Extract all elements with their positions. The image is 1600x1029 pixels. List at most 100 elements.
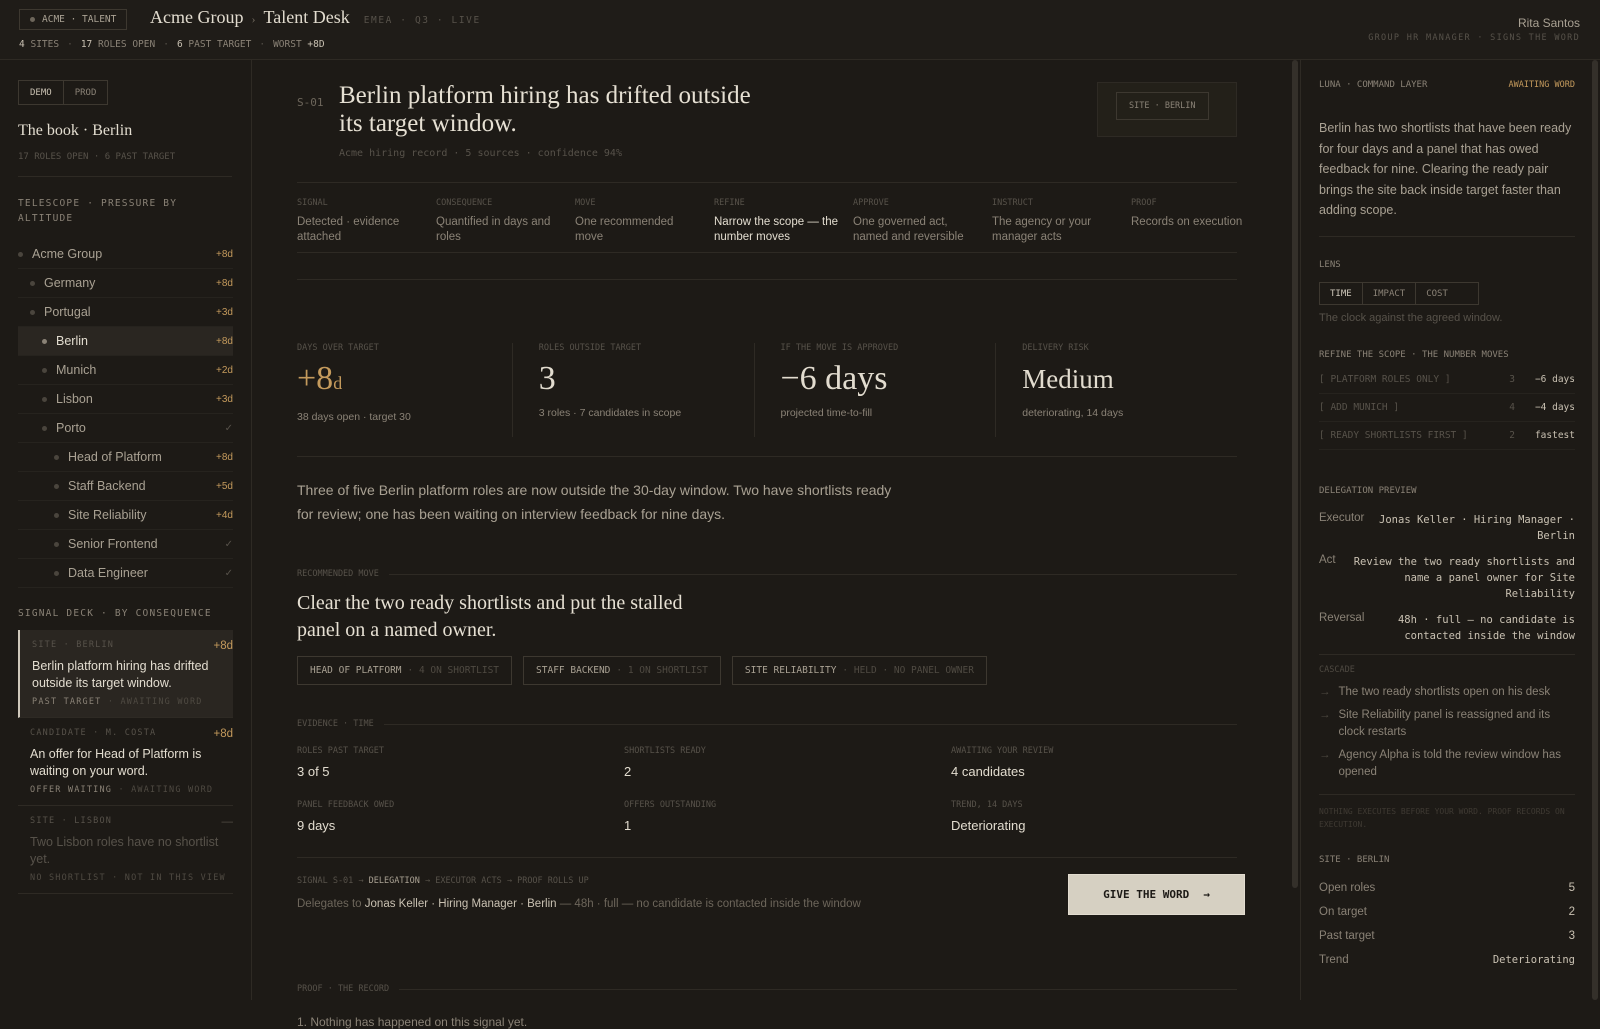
toggle-demo[interactable]: DEMO xyxy=(19,81,64,104)
tree-item-porto[interactable]: Porto ✓ xyxy=(18,414,233,443)
signal-card-berlin[interactable]: SITE · BERLIN +8d Berlin platform hiring… xyxy=(18,630,233,718)
signal-card-lisbon[interactable]: SITE · LISBON — Two Lisbon roles have no… xyxy=(18,806,233,894)
stat-past-target: Past target 3 xyxy=(1319,930,1575,942)
lens-tab-cost[interactable]: COST xyxy=(1416,283,1458,304)
chip-staff-backend[interactable]: STAFF BACKEND · 1 ON SHORTLIST xyxy=(523,656,721,685)
right-scrollbar[interactable] xyxy=(1592,60,1598,1000)
toggle-prod[interactable]: PROD xyxy=(64,81,108,104)
tree-item-munich[interactable]: Munich +2d xyxy=(18,356,233,385)
check-icon: ✓ xyxy=(224,422,233,434)
tree-item-acme-group[interactable]: Acme Group +8d xyxy=(18,240,233,269)
step-refine[interactable]: REFINE Narrow the scope — the number move… xyxy=(714,198,853,245)
recommended-move: Clear the two ready shortlists and put t… xyxy=(297,592,683,641)
step-move[interactable]: MOVE One recommended move xyxy=(575,198,714,245)
arrow-right-icon: → xyxy=(1319,749,1331,761)
cascade-item: → Site Reliability panel is reassigned an… xyxy=(1319,707,1575,741)
main-scrollbar[interactable] xyxy=(1292,60,1298,888)
node-icon xyxy=(54,570,59,576)
check-icon: ✓ xyxy=(224,567,233,579)
evidence-item: ROLES PAST TARGET 3 of 5 xyxy=(297,746,384,779)
user-block[interactable]: Rita Santos GROUP HR MANAGER · SIGNS THE… xyxy=(1368,16,1580,43)
lens-tab-impact[interactable]: IMPACT xyxy=(1363,283,1417,304)
proof-item: Nothing has happened on this signal yet. xyxy=(310,1015,528,1029)
node-icon xyxy=(54,512,59,518)
signal-card-candidate[interactable]: CANDIDATE · M. COSTA +8d An offer for He… xyxy=(18,718,233,806)
tree-item-staff-backend[interactable]: Staff Backend +5d xyxy=(18,472,233,501)
app-meta: EMEA · Q3 · LIVE xyxy=(363,15,481,26)
step-approve[interactable]: APPROVE One governed act, named and rever… xyxy=(853,198,992,245)
metric-delivery-risk: DELIVERY RISK Medium deteriorating, 14 day… xyxy=(995,343,1237,437)
metric-days-over: DAYS OVER TARGET +8d 38 days open · target… xyxy=(297,343,411,423)
metric-if-approved: IF THE MOVE IS APPROVED −6 days projected … xyxy=(753,343,996,437)
give-label: GIVE THE WORD xyxy=(1103,888,1190,901)
tree-item-portugal[interactable]: Portugal +3d xyxy=(18,298,233,327)
tree-item-head-of-platform[interactable]: Head of Platform +8d xyxy=(18,443,233,472)
luna-status: AWAITING WORD xyxy=(1508,80,1575,90)
divider xyxy=(1319,654,1575,655)
arrow-right-icon: → xyxy=(1319,709,1331,721)
tree-item-germany[interactable]: Germany +8d xyxy=(18,269,233,298)
tree-item-data-engineer[interactable]: Data Engineer ✓ xyxy=(18,559,233,588)
step-signal[interactable]: SIGNAL Detected · evidence attached xyxy=(297,198,436,245)
step-instruct[interactable]: INSTRUCT The agency or your manager acts xyxy=(992,198,1131,245)
status-dot-icon xyxy=(30,17,35,22)
node-icon xyxy=(18,251,23,257)
telescope-label: TELESCOPE · PRESSURE BY ALTITUDE xyxy=(18,198,178,224)
step-consequence[interactable]: CONSEQUENCE Quantified in days and roles xyxy=(436,198,575,245)
chip-site-reliability[interactable]: SITE RELIABILITY · HELD · NO PANEL OWNER xyxy=(731,656,987,685)
refine-option-ready-first[interactable]: [ READY SHORTLISTS FIRST ] 2 fastest xyxy=(1319,422,1575,450)
signal-subtitle: Acme hiring record · 5 sources · confide… xyxy=(339,148,622,159)
card-text: An offer for Head of Platform is waiting… xyxy=(30,747,202,778)
signal-deck: SITE · BERLIN +8d Berlin platform hiring… xyxy=(18,630,233,894)
divider xyxy=(297,456,1237,457)
site-chip[interactable]: SITE · BERLIN xyxy=(1116,92,1209,120)
card-kicker: SITE · BERLIN xyxy=(32,640,115,650)
site-stats-label: SITE · BERLIN xyxy=(1319,855,1390,865)
arrow-right-icon: → xyxy=(1319,686,1331,698)
stat-sites: 4 SITES xyxy=(19,39,60,50)
card-amount: +8d xyxy=(213,728,233,740)
pipeline: SIGNAL Detected · evidence attached CONSE… xyxy=(297,182,1242,314)
divider xyxy=(297,857,1237,858)
execution-note: NOTHING EXECUTES BEFORE YOUR WORD. PROOF… xyxy=(1319,807,1565,829)
tree-item-lisbon[interactable]: Lisbon +3d xyxy=(18,385,233,414)
left-sidebar: DEMO PROD The book · Berlin 17 ROLES OPE… xyxy=(0,60,252,1000)
lens-description: The clock against the agreed window. xyxy=(1319,312,1503,324)
evidence-item: PANEL FEEDBACK OWED 9 days xyxy=(297,800,395,833)
refine-option-munich[interactable]: [ ADD MUNICH ] 4 −4 days xyxy=(1319,394,1575,422)
signal-title: Berlin platform hiring has drifted outsi… xyxy=(339,82,751,137)
user-role: GROUP HR MANAGER · SIGNS THE WORD xyxy=(1368,33,1580,43)
evidence-item: AWAITING YOUR REVIEW 4 candidates xyxy=(951,746,1054,779)
right-panel: LUNA · COMMAND LAYER AWAITING WORD Berli… xyxy=(1300,60,1600,1000)
step-proof[interactable]: PROOF Records on execution xyxy=(1131,198,1270,245)
proof-list: 1. Nothing has happened on this signal y… xyxy=(297,1015,528,1029)
tree-item-berlin[interactable]: Berlin +8d xyxy=(18,327,233,356)
refine-option-platform[interactable]: [ PLATFORM ROLES ONLY ] 3 −6 days xyxy=(1319,366,1575,394)
node-icon xyxy=(30,280,35,286)
evidence-item: OFFERS OUTSTANDING 1 xyxy=(624,800,717,833)
brand-chip[interactable]: ACME · TALENT xyxy=(19,9,128,30)
card-kicker: CANDIDATE · M. COSTA xyxy=(30,728,157,738)
stat-past-target: 6 PAST TARGET xyxy=(176,39,252,50)
delegation-kicker: SIGNAL S-01 → DELEGATION → EXECUTOR ACTS… xyxy=(297,876,589,886)
tree-item-site-reliability[interactable]: Site Reliability +4d xyxy=(18,501,233,530)
book-subtitle: 17 ROLES OPEN · 6 PAST TARGET xyxy=(18,152,176,162)
move-chips: HEAD OF PLATFORM · 4 ON SHORTLIST STAFF B… xyxy=(297,656,987,685)
luna-text: Berlin has two shortlists that have been… xyxy=(1319,121,1572,217)
node-icon xyxy=(42,338,47,344)
card-text: Berlin platform hiring has drifted outsi… xyxy=(32,659,209,690)
check-icon: ✓ xyxy=(224,538,233,550)
metrics-row: DAYS OVER TARGET +8d 38 days open · target… xyxy=(297,343,1237,437)
chip-head-of-platform[interactable]: HEAD OF PLATFORM · 4 ON SHORTLIST xyxy=(297,656,513,685)
evidence-grid: ROLES PAST TARGET 3 of 5 SHORTLISTS READY… xyxy=(297,746,1237,833)
give-the-word-button[interactable]: GIVE THE WORD → xyxy=(1068,874,1245,915)
tree-item-senior-frontend[interactable]: Senior Frontend ✓ xyxy=(18,530,233,559)
evidence-item: TREND, 14 DAYS Deteriorating xyxy=(951,800,1026,833)
divider xyxy=(1319,794,1575,795)
node-icon xyxy=(30,309,35,315)
node-icon xyxy=(54,454,59,460)
divider xyxy=(18,176,232,177)
lens-tab-time[interactable]: TIME xyxy=(1320,283,1363,304)
env-toggle[interactable]: DEMO PROD xyxy=(18,80,109,105)
node-icon xyxy=(54,483,59,489)
